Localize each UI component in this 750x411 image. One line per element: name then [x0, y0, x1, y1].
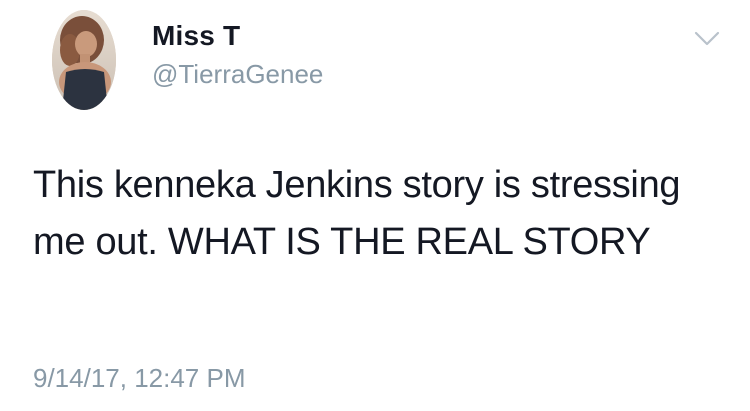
author-display-name[interactable]: Miss T — [152, 20, 240, 52]
avatar[interactable] — [52, 10, 116, 110]
chevron-down-icon[interactable] — [694, 30, 720, 48]
author-handle[interactable]: @TierraGenee — [152, 59, 323, 90]
tweet-text: This kenneka Jenkins story is stressing … — [33, 164, 681, 263]
tweet-timestamp[interactable]: 9/14/17, 12:47 PM — [33, 363, 245, 394]
profile-photo — [52, 10, 116, 110]
tweet-card: Miss T @TierraGenee This kenneka Jenkins… — [0, 0, 750, 411]
